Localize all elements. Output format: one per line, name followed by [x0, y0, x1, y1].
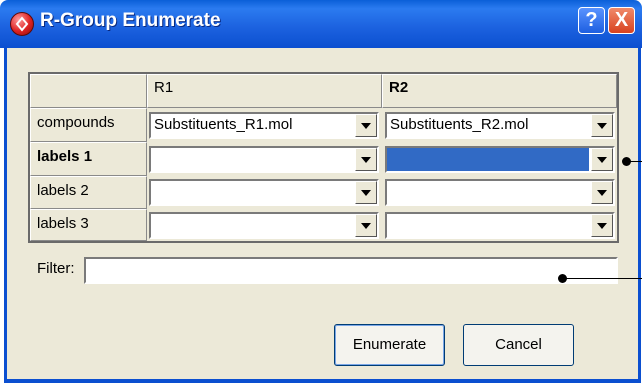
labels3-r1-value — [151, 214, 353, 237]
labels1-r2-value — [387, 148, 589, 171]
labels2-r2-value — [387, 181, 589, 204]
cancel-button[interactable]: Cancel — [463, 324, 574, 366]
labels3-r2-select[interactable] — [385, 212, 615, 239]
labels1-r2-select[interactable] — [385, 146, 615, 173]
chevron-down-icon[interactable] — [591, 114, 613, 137]
compounds-r2-select[interactable]: Substituents_R2.mol — [385, 112, 615, 139]
chevron-down-icon[interactable] — [591, 148, 613, 171]
labels2-r1-select[interactable] — [149, 179, 379, 206]
column-header-r1: R1 — [147, 74, 382, 108]
rgroup-table: R1 R2 compounds labels 1 labels 2 labels… — [28, 72, 619, 243]
annotation-line — [626, 161, 642, 162]
chevron-down-icon[interactable] — [355, 148, 377, 171]
r-group-enumerate-dialog: R-Group Enumerate ? X R1 R2 compounds la… — [0, 0, 642, 383]
labels2-r2-select[interactable] — [385, 179, 615, 206]
labels1-r1-select[interactable] — [149, 146, 379, 173]
labels2-r1-value — [151, 181, 353, 204]
corner-header — [30, 74, 147, 108]
help-button[interactable]: ? — [578, 7, 605, 34]
chevron-down-icon[interactable] — [355, 181, 377, 204]
annotation-line — [563, 278, 642, 279]
labels3-r1-select[interactable] — [149, 212, 379, 239]
compounds-r2-value: Substituents_R2.mol — [390, 116, 529, 133]
chevron-down-icon[interactable] — [355, 114, 377, 137]
app-icon — [10, 12, 34, 36]
row-label-labels-2: labels 2 — [30, 176, 147, 209]
window-title: R-Group Enumerate — [40, 10, 221, 31]
labels3-r2-value — [387, 214, 589, 237]
enumerate-button[interactable]: Enumerate — [334, 324, 445, 366]
row-label-labels-1: labels 1 — [30, 142, 147, 176]
column-header-r2: R2 — [382, 74, 617, 108]
filter-label: Filter: — [37, 260, 75, 277]
chevron-down-icon[interactable] — [355, 214, 377, 237]
compounds-r1-value: Substituents_R1.mol — [154, 116, 293, 133]
title-bar: R-Group Enumerate ? X — [0, 0, 642, 48]
labels1-r1-value — [151, 148, 353, 171]
chevron-down-icon[interactable] — [591, 181, 613, 204]
chevron-down-icon[interactable] — [591, 214, 613, 237]
filter-input[interactable] — [84, 257, 618, 284]
close-button[interactable]: X — [608, 7, 635, 34]
row-label-labels-3: labels 3 — [30, 209, 147, 241]
row-label-compounds: compounds — [30, 108, 147, 142]
compounds-r1-select[interactable]: Substituents_R1.mol — [149, 112, 379, 139]
